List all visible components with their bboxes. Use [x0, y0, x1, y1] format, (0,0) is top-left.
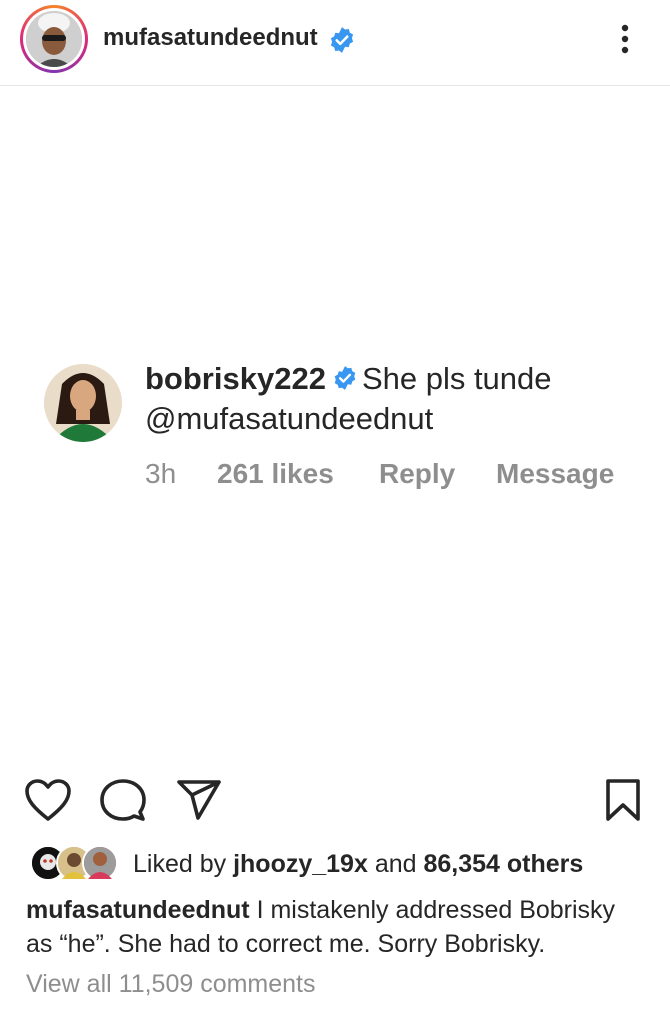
liked-by-middle: and [374, 850, 417, 878]
comment-body: She pls tunde [361, 361, 552, 396]
comment-text: bobrisky222 She pls tunde @mufasatundeedn… [145, 360, 645, 438]
verified-badge-icon [332, 362, 358, 400]
header-username[interactable]: mufasatundeednut [103, 24, 318, 52]
liked-by-others[interactable]: 86,354 others [423, 850, 583, 878]
view-all-comments-link[interactable]: View all 11,509 comments [26, 970, 316, 999]
comment-mention[interactable]: @mufasatundeednut [145, 401, 433, 436]
liked-by-text: Liked by jhoozy_19x and 86,354 others [133, 850, 583, 879]
comment-avatar [44, 364, 122, 442]
comment-username[interactable]: bobrisky222 [145, 361, 326, 396]
post-header: mufasatundeednut [0, 0, 670, 86]
caption-username[interactable]: mufasatundeednut [26, 896, 250, 924]
liked-by-avatars[interactable] [30, 845, 120, 883]
comment-message-button[interactable]: Message [496, 458, 614, 490]
liked-by-prefix: Liked by [133, 850, 227, 878]
header-avatar[interactable] [20, 5, 88, 73]
post-caption: mufasatundeednut I mistakenly addressed … [26, 893, 646, 961]
verified-badge-icon [328, 26, 356, 59]
liked-by-user[interactable]: jhoozy_19x [233, 850, 368, 878]
comment-time: 3h [145, 458, 177, 489]
avatar [82, 845, 118, 881]
next-comment-cutoff [26, 1005, 666, 1012]
comment-likes[interactable]: 261 likes [217, 458, 334, 490]
bookmark-icon[interactable] [604, 778, 642, 827]
comment-reply-button[interactable]: Reply [379, 458, 455, 490]
heart-icon[interactable] [24, 778, 72, 827]
send-icon[interactable] [176, 778, 222, 827]
comment-icon[interactable] [100, 778, 146, 827]
more-vertical-icon[interactable] [612, 24, 638, 54]
